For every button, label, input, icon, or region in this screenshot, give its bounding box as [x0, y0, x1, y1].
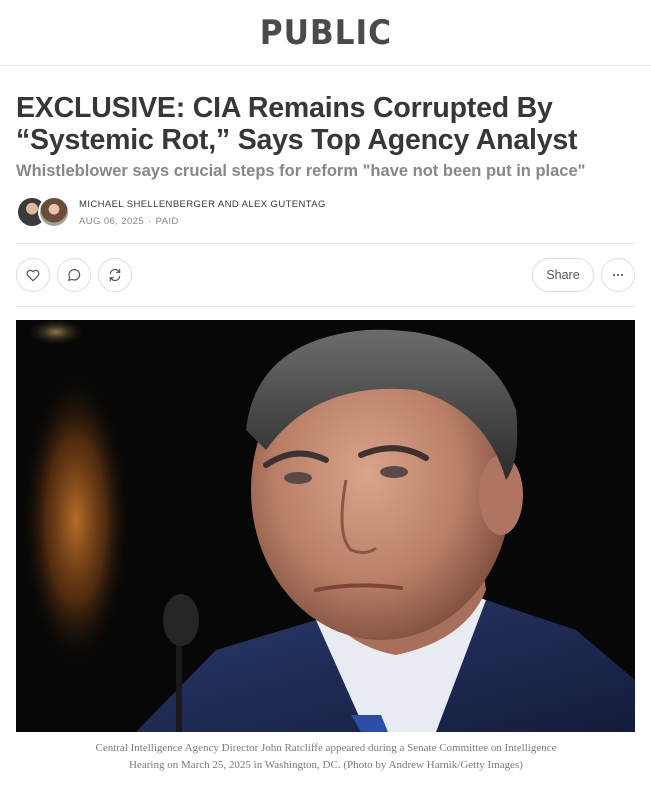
hero-image[interactable] — [16, 320, 635, 732]
comment-button[interactable] — [57, 258, 91, 292]
author-avatar-2[interactable] — [38, 196, 70, 228]
masthead: PUBLIC — [0, 0, 651, 66]
paid-badge: PAID — [155, 216, 179, 227]
post-actions: Share — [16, 258, 635, 292]
share-button[interactable]: Share — [532, 258, 594, 292]
divider-bottom — [16, 306, 635, 307]
comment-icon — [68, 269, 81, 281]
article-title: EXCLUSIVE: CIA Remains Corrupted By “Sys… — [16, 92, 578, 156]
publication-logo[interactable]: PUBLIC — [259, 13, 391, 53]
byline: MICHAEL SHELLENBERGER AND ALEX GUTENTAG … — [16, 196, 636, 228]
post-date: AUG 06, 2025 — [79, 216, 145, 227]
meta-separator: · — [148, 216, 152, 227]
like-button[interactable] — [16, 258, 50, 292]
author-names[interactable]: MICHAEL SHELLENBERGER AND ALEX GUTENTAG — [79, 199, 326, 210]
article-subtitle: Whistleblower says crucial steps for ref… — [16, 162, 586, 180]
restack-button[interactable] — [98, 258, 132, 292]
more-options-button[interactable] — [601, 258, 635, 292]
hero-photo — [16, 320, 635, 732]
image-caption: Central Intelligence Agency Director Joh… — [95, 742, 557, 771]
heart-icon — [26, 269, 40, 282]
ellipsis-icon — [612, 273, 624, 277]
divider-top — [16, 243, 635, 244]
restack-icon — [109, 268, 121, 282]
post-meta: AUG 06, 2025 · PAID — [79, 216, 179, 227]
